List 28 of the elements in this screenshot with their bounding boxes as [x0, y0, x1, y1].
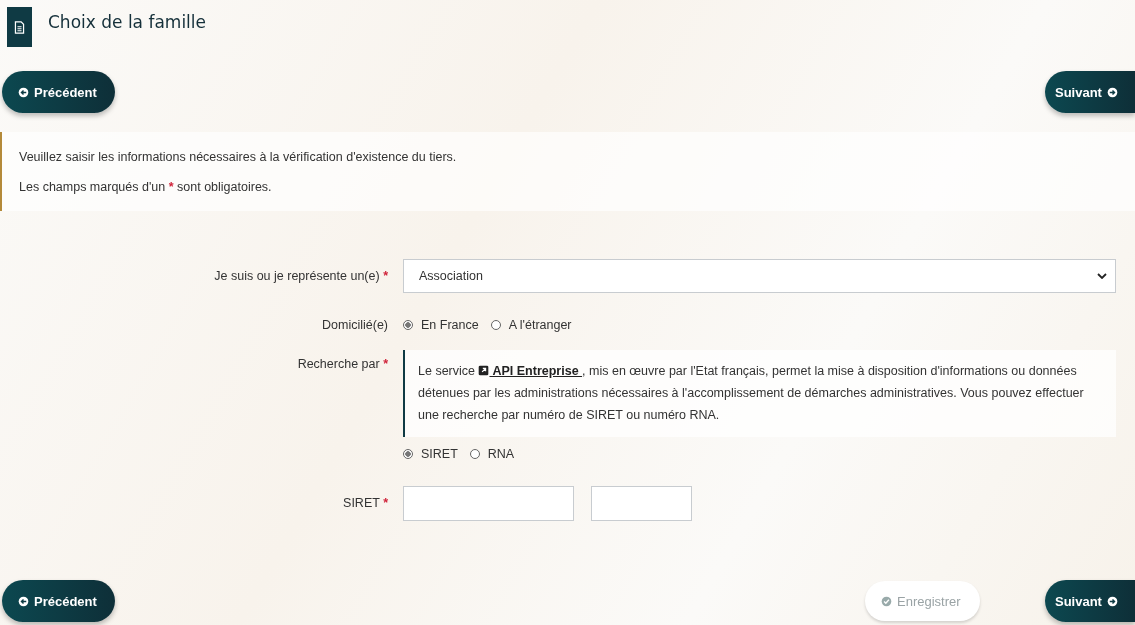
api-link[interactable]: API Entreprise [478, 364, 583, 378]
field-label: Recherche par * [296, 356, 389, 372]
arrow-right-circle-icon [1106, 86, 1118, 98]
input-field[interactable] [591, 486, 692, 521]
field-label: Domicilié(e) [321, 317, 389, 334]
arrow-left-circle-icon [18, 595, 29, 607]
radio-option[interactable]: En France [403, 318, 479, 332]
arrow-left-circle-icon [18, 86, 29, 98]
page-title: Choix de la famille [48, 12, 207, 32]
select-field[interactable]: Association [403, 259, 1116, 293]
info-text: Le service API Entreprise , mis en œuvre par l'Etat français, permet la mise à disposition d'informations ou données détenues par les administrations nécessaires à l'accomplissement de démarches administratives. Vous pouvez effectuer une recherche par numéro de SIRET ou numéro RNA. [418, 363, 1085, 424]
notice-text: Les champs marqués d'un * sont obligatoires. [19, 179, 273, 195]
notice-text: Veuillez saisir les informations nécessaires à la vérification d'existence du tiers. [19, 149, 458, 165]
check-circle-icon [881, 595, 892, 607]
input-field[interactable] [403, 486, 574, 521]
next-button[interactable]: Suivant [1045, 71, 1135, 113]
external-link-icon [478, 365, 490, 376]
radio-option[interactable]: RNA [469, 447, 515, 461]
radio-option[interactable]: A l'étranger [490, 318, 572, 332]
field-label: SIRET * [342, 495, 389, 512]
arrow-right-circle-icon [1106, 595, 1118, 607]
previous-button[interactable]: Précédent [2, 580, 115, 622]
radio-option[interactable]: SIRET [403, 447, 458, 461]
chevron-down-icon [1097, 273, 1107, 279]
next-button[interactable]: Suivant [1045, 580, 1135, 622]
field-label: Je suis ou je représente un(e) * [213, 268, 389, 285]
previous-button[interactable]: Précédent [2, 71, 115, 113]
document-icon [7, 7, 32, 47]
